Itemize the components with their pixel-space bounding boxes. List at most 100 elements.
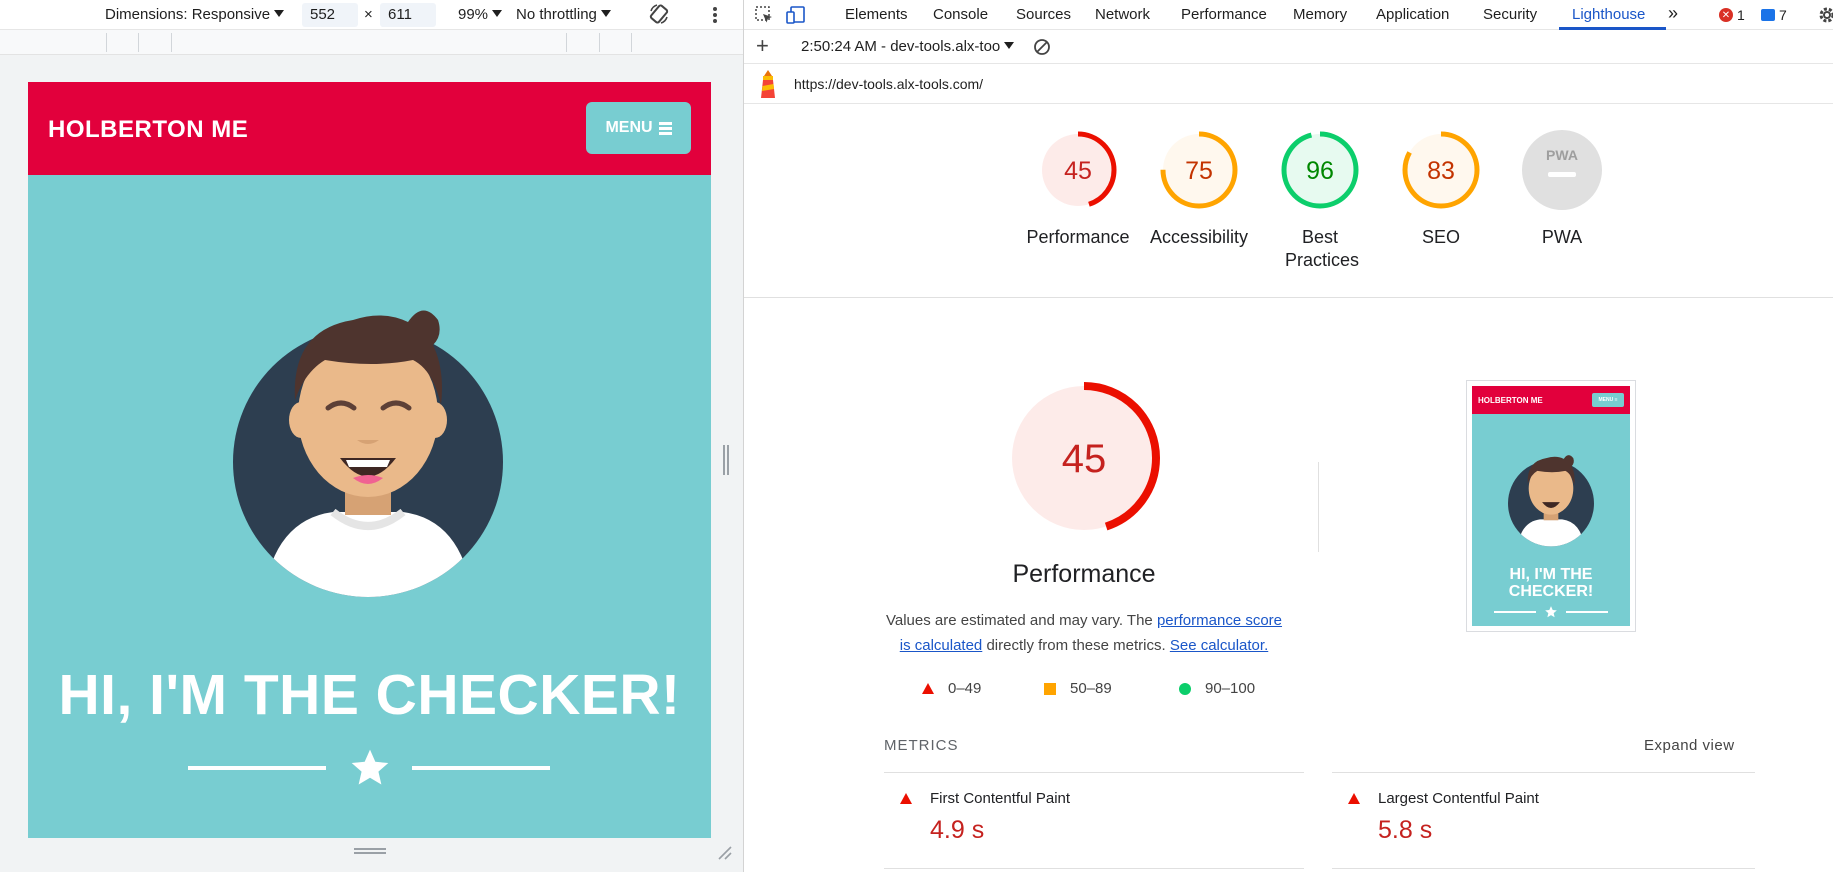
viewport-height-resize-handle[interactable] bbox=[28, 838, 711, 872]
final-screenshot[interactable]: HOLBERTON ME MENU ≡ HI, I'M THE CHECKER! bbox=[1466, 380, 1636, 632]
settings-gear-icon[interactable] bbox=[1817, 5, 1833, 25]
dimensions-dropdown[interactable]: Dimensions: Responsive bbox=[105, 6, 285, 23]
legend-average-range: 50–89 bbox=[1070, 680, 1112, 697]
report-selector-label: 2:50:24 AM - dev-tools.alx-too bbox=[801, 38, 1001, 55]
desc-mid: directly from these metrics. bbox=[986, 637, 1166, 654]
zoom-dropdown[interactable]: 99% bbox=[458, 6, 503, 23]
device-toggle-icon[interactable] bbox=[786, 5, 806, 25]
gauge-ring: PWA bbox=[1522, 130, 1602, 210]
report-selector[interactable]: 2:50:24 AM - dev-tools.alx-too bbox=[801, 38, 1015, 55]
legend-pass: 90–100 bbox=[1179, 680, 1255, 697]
more-options-icon[interactable] bbox=[710, 5, 720, 25]
gauge-label: Performance bbox=[1026, 227, 1130, 247]
screen: Dimensions: Responsive 552 × 611 99% No … bbox=[0, 0, 1833, 872]
screenshot-divider-line bbox=[1566, 611, 1608, 613]
gauge-label: Accessibility bbox=[1149, 227, 1249, 247]
gauge-ring: 75 bbox=[1160, 131, 1238, 209]
media-query-ruler bbox=[0, 30, 743, 55]
chevron-down-icon bbox=[274, 10, 285, 17]
tab-performance[interactable]: Performance bbox=[1181, 6, 1267, 23]
tab-memory[interactable]: Memory bbox=[1293, 6, 1347, 23]
metric-divider bbox=[884, 868, 1304, 869]
na-dash-icon bbox=[1548, 172, 1576, 177]
screenshot-divider-line bbox=[1494, 611, 1536, 613]
dimension-separator: × bbox=[364, 6, 373, 23]
gauge-performance[interactable]: 45 Performance bbox=[1018, 128, 1138, 249]
width-input[interactable]: 552 bbox=[302, 3, 358, 27]
circle-icon bbox=[1179, 682, 1191, 695]
site-title[interactable]: HOLBERTON ME bbox=[48, 116, 248, 144]
tab-lighthouse[interactable]: Lighthouse bbox=[1572, 6, 1645, 23]
performance-score-text: 45 bbox=[1062, 437, 1107, 481]
emulated-viewport: HOLBERTON ME MENU HI, I'M THE CHECKER! bbox=[28, 82, 711, 838]
lighthouse-toolbar: + 2:50:24 AM - dev-tools.alx-too bbox=[744, 30, 1833, 64]
chevron-down-icon bbox=[1004, 42, 1015, 49]
legend-fail: 0–49 bbox=[922, 680, 981, 697]
gauge-label: Best Practices bbox=[1285, 227, 1360, 271]
legend-pass-range: 90–100 bbox=[1205, 680, 1256, 697]
pwa-badge-icon: PWA bbox=[1546, 147, 1578, 163]
hamburger-icon bbox=[658, 121, 672, 135]
error-icon: ✕ bbox=[1719, 8, 1733, 22]
message-counter[interactable]: 7 bbox=[1761, 7, 1787, 23]
gauge-best-practices[interactable]: 96 Best Practices bbox=[1260, 128, 1380, 273]
tab-application[interactable]: Application bbox=[1376, 6, 1449, 23]
error-count: 1 bbox=[1737, 7, 1745, 23]
devtools-tabbar: Elements Console Sources Network Perform… bbox=[744, 0, 1833, 30]
tab-console[interactable]: Console bbox=[933, 6, 988, 23]
divider-line bbox=[412, 766, 550, 770]
corner-resize-icon[interactable] bbox=[715, 843, 733, 861]
star-divider bbox=[188, 742, 551, 792]
ruler-mark bbox=[566, 33, 567, 52]
screenshot-page: HOLBERTON ME MENU ≡ HI, I'M THE CHECKER! bbox=[1472, 386, 1630, 626]
audited-url[interactable]: https://dev-tools.alx-tools.com/ bbox=[794, 76, 983, 92]
star-icon bbox=[351, 749, 389, 785]
gauge-value: 83 bbox=[1427, 157, 1455, 185]
fail-triangle-icon bbox=[1348, 793, 1360, 804]
gauge-label: SEO bbox=[1421, 227, 1460, 247]
menu-button[interactable]: MENU bbox=[586, 102, 691, 154]
tab-sources[interactable]: Sources bbox=[1016, 6, 1071, 23]
gauge-background bbox=[1522, 130, 1602, 210]
new-report-plus-icon[interactable]: + bbox=[756, 33, 769, 59]
metric-divider bbox=[1332, 772, 1755, 773]
rotate-icon[interactable] bbox=[648, 3, 670, 25]
clear-reports-icon[interactable] bbox=[1033, 38, 1051, 56]
gauge-ring: 83 bbox=[1402, 131, 1480, 209]
gauge-pwa[interactable]: PWA PWA bbox=[1502, 128, 1622, 249]
gauge-value: 45 bbox=[1064, 157, 1092, 185]
legend-average: 50–89 bbox=[1044, 680, 1112, 697]
chevron-down-icon bbox=[600, 10, 611, 17]
gauge-accessibility[interactable]: 75 Accessibility bbox=[1139, 128, 1259, 249]
screenshot-hero: HI, I'M THE CHECKER! bbox=[1508, 566, 1594, 600]
gauge-ring: 45 bbox=[1039, 131, 1117, 209]
expand-view-toggle[interactable]: Expand view bbox=[1644, 737, 1735, 754]
metric-divider bbox=[884, 772, 1304, 773]
tab-elements[interactable]: Elements bbox=[845, 6, 908, 23]
metric-name: First Contentful Paint bbox=[930, 790, 1071, 807]
performance-title: Performance bbox=[1012, 560, 1156, 588]
summary-separator bbox=[744, 297, 1833, 298]
gauge-seo[interactable]: 83 SEO bbox=[1381, 128, 1501, 249]
ruler-mark bbox=[106, 33, 107, 52]
error-counter[interactable]: ✕ 1 bbox=[1719, 7, 1745, 23]
legend-fail-range: 0–49 bbox=[948, 680, 982, 697]
more-tabs-icon[interactable]: » bbox=[1668, 3, 1678, 24]
tab-network[interactable]: Network bbox=[1095, 6, 1150, 23]
ruler-mark bbox=[171, 33, 172, 52]
performance-big-gauge: 45 bbox=[1008, 382, 1160, 534]
zoom-value: 99% bbox=[458, 6, 489, 23]
metric-divider bbox=[1332, 868, 1755, 869]
viewport-width-resize-handle[interactable] bbox=[723, 445, 725, 475]
throttling-dropdown[interactable]: No throttling bbox=[516, 6, 611, 23]
site-header: HOLBERTON ME MENU bbox=[28, 82, 711, 175]
see-calculator-link[interactable]: See calculator. bbox=[1170, 637, 1268, 654]
message-icon bbox=[1761, 9, 1775, 21]
fail-triangle-icon bbox=[900, 793, 912, 804]
menu-label: MENU bbox=[605, 119, 653, 136]
lighthouse-url-bar: https://dev-tools.alx-tools.com/ bbox=[744, 64, 1833, 104]
inspect-element-icon[interactable] bbox=[754, 5, 774, 25]
divider-line bbox=[188, 766, 326, 770]
height-input[interactable]: 611 bbox=[380, 3, 436, 27]
tab-security[interactable]: Security bbox=[1483, 6, 1537, 23]
